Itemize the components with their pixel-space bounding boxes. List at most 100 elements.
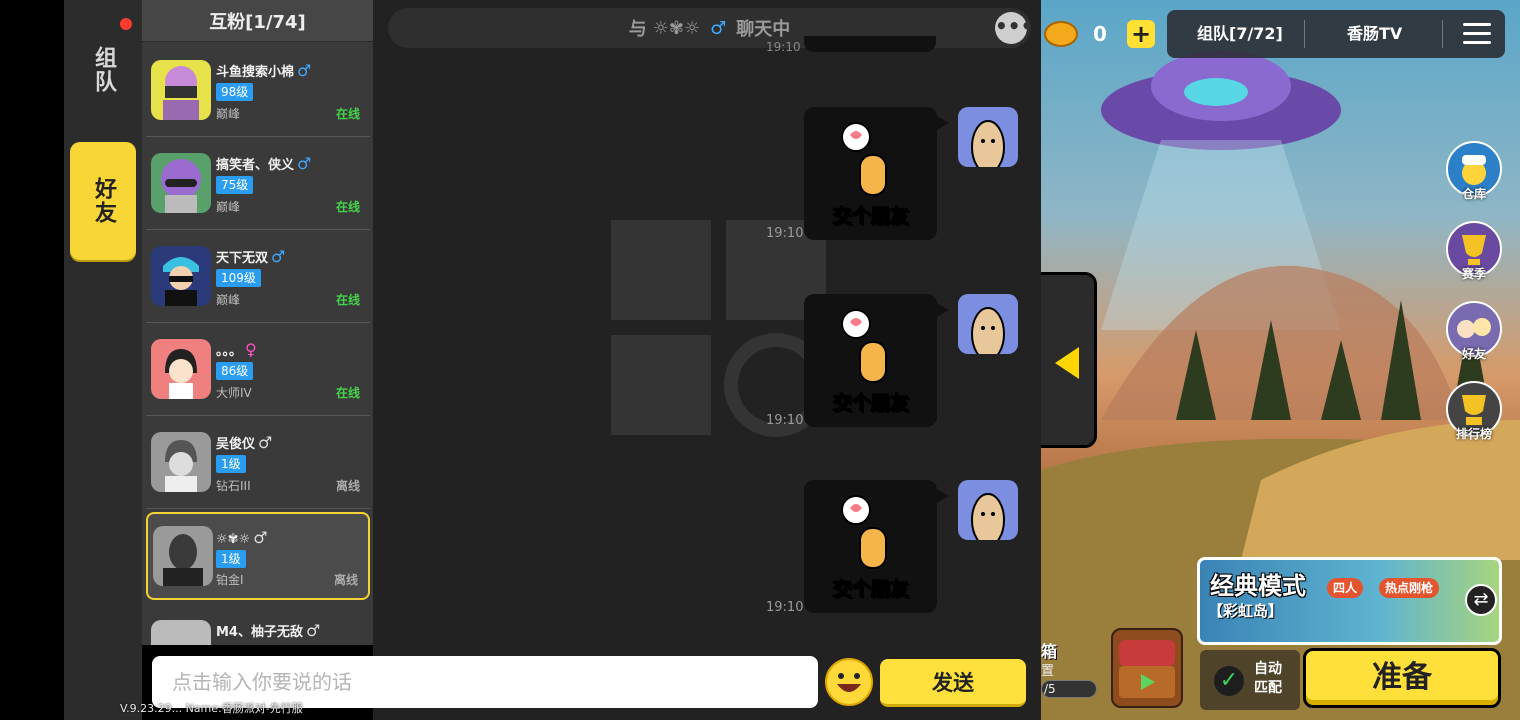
emoji-button[interactable]: [825, 658, 873, 706]
chest-icon[interactable]: [1111, 628, 1183, 708]
add-coin-button[interactable]: +: [1127, 20, 1155, 48]
friend-item-selected[interactable]: ☼✾☼ ♂ 1级 铂金I 离线: [146, 512, 370, 600]
avatar: [151, 246, 211, 306]
sausage-tv-tab[interactable]: 香肠TV: [1347, 10, 1402, 58]
game-screen: 0 + 组队[7/72] 香肠TV 仓库 赛季 好友 排行榜 经典模式 【彩虹岛…: [0, 0, 1520, 720]
coin-count: 0: [1093, 22, 1107, 46]
game-mode-card[interactable]: 经典模式 【彩虹岛】 四人 热点刚枪: [1197, 557, 1502, 645]
male-icon: ♂: [297, 61, 312, 80]
checkmark-icon: ✓: [1214, 666, 1244, 696]
avatar: [151, 432, 211, 492]
friend-name-row: M4、柚子无敌 ♂: [216, 621, 321, 640]
my-avatar: [958, 107, 1018, 167]
friend-name-row: 。。。 ♀: [216, 340, 257, 359]
friend-item[interactable]: 搞笑者、侠义 ♂ 75级 巅峰 在线: [146, 138, 370, 230]
sausage-heart-sticker: [841, 309, 887, 383]
top-bar: 0 + 组队[7/72] 香肠TV: [1041, 6, 1511, 58]
rank-label: 巅峰: [216, 200, 241, 214]
friend-item[interactable]: 天下无双 ♂ 109级 巅峰 在线: [146, 231, 370, 323]
leaderboard-label: 排行榜: [1455, 427, 1492, 441]
top-pill: 组队[7/72] 香肠TV: [1167, 10, 1505, 58]
tab-friends[interactable]: 好友: [70, 142, 136, 260]
male-icon: ♂: [253, 528, 268, 547]
avatar: [151, 339, 211, 399]
divider: [1304, 20, 1305, 48]
status-label: 离线: [333, 573, 358, 587]
chest-graphic: [1119, 640, 1175, 698]
ufo-window: [1184, 78, 1248, 106]
notification-dot: [120, 18, 132, 30]
arrow-left-icon: [1055, 347, 1079, 379]
friend-name-row: ☼✾☼ ♂: [216, 528, 268, 547]
ready-button[interactable]: 准备: [1303, 648, 1501, 708]
tab-team[interactable]: 组队: [70, 30, 136, 110]
friend-item[interactable]: 吴俊仪 ♂ 1级 钻石III 离线: [146, 417, 370, 509]
status-label: 在线: [335, 386, 360, 400]
rank-label: 巅峰: [216, 107, 241, 121]
avatar: [153, 526, 213, 586]
male-icon: ♂: [305, 621, 321, 640]
level-badge: 98级: [216, 83, 254, 101]
status-label: 离线: [335, 479, 360, 493]
auto-match-label: 自动匹配: [1254, 661, 1282, 696]
message-time: 19:10: [766, 600, 804, 615]
mode-badge-squad: 四人: [1327, 578, 1364, 598]
message-time: 19:10: [766, 226, 804, 241]
status-label: 在线: [335, 200, 360, 214]
male-icon: ♂: [271, 247, 286, 266]
version-text: V.9.23.29... Name:香肠派对-先行服: [120, 702, 303, 715]
friend-name-row: 搞笑者、侠义 ♂: [216, 154, 312, 173]
team-channel-tab[interactable]: 组队[7/72]: [1197, 10, 1283, 58]
warehouse-label: 仓库: [1461, 187, 1486, 201]
male-icon: ♂: [258, 433, 273, 452]
message-time: 19:10: [766, 413, 804, 428]
loot-box-area[interactable]: 箱 置 /5: [1041, 628, 1189, 720]
friend-item[interactable]: 。。。 ♀ 86级 大师IV 在线: [146, 324, 370, 416]
sticker-message[interactable]: 交个朋友: [804, 480, 949, 613]
sticker-caption: 交个朋友: [832, 392, 909, 415]
candy-coin-icon: [1044, 21, 1078, 47]
auto-match-toggle[interactable]: ✓ 自动匹配: [1200, 650, 1300, 710]
friend-item[interactable]: M4、柚子无敌 ♂: [146, 605, 370, 645]
female-icon: ♀: [245, 340, 257, 359]
sticker-message[interactable]: 交个朋友: [804, 294, 949, 427]
rank-label: 大师IV: [216, 386, 252, 400]
sticker-caption: 交个朋友: [832, 578, 909, 601]
friend-name-row: 吴俊仪 ♂: [216, 433, 273, 452]
level-badge: 86级: [216, 362, 254, 380]
box-label: 箱: [1041, 642, 1058, 661]
friend-item[interactable]: 斗鱼搜索小棉 ♂ 98级 巅峰 在线: [146, 45, 370, 137]
status-label: 在线: [335, 293, 360, 307]
social-tab-rail: 组队 好友: [64, 0, 142, 720]
more-options-icon[interactable]: •••: [995, 12, 1033, 44]
mode-badge-hot: 热点刚枪: [1379, 578, 1440, 598]
chat-partner-name: ☼✾☼: [652, 17, 701, 39]
mode-title: 经典模式: [1210, 572, 1306, 600]
level-badge: 109级: [216, 269, 261, 287]
sticker-message[interactable]: 交个朋友: [804, 107, 949, 240]
swap-mode-icon[interactable]: ⇄: [1465, 584, 1497, 616]
rank-label: 钻石III: [216, 479, 251, 493]
menu-icon[interactable]: [1463, 23, 1491, 45]
avatar: [151, 620, 211, 645]
divider: [1442, 20, 1443, 48]
friend-name-row: 天下无双 ♂: [216, 247, 286, 266]
friend-list-header: 互粉[1/74]: [142, 0, 373, 42]
chat-header-suffix: 聊天中: [736, 19, 791, 40]
friend-list: 互粉[1/74] 斗鱼搜索小棉 ♂ 98级 巅峰 在线 搞笑者、侠义 ♂ 75级 巅…: [142, 0, 373, 645]
rank-label: 巅峰: [216, 293, 241, 307]
send-button[interactable]: 发送: [880, 659, 1026, 707]
friends-label: 好友: [1461, 347, 1486, 361]
box-progress: /5: [1041, 680, 1097, 698]
box-sublabel: 置: [1041, 664, 1055, 679]
grinning-face-icon: [837, 673, 861, 692]
level-badge: 75级: [216, 176, 254, 194]
avatar: [151, 153, 211, 213]
level-badge: 1级: [216, 550, 246, 568]
collapse-panel-tab[interactable]: [1041, 272, 1097, 448]
season-label: 赛季: [1461, 267, 1486, 281]
message-time: 19:10: [766, 40, 801, 54]
avatar: [151, 60, 211, 120]
male-icon: ♂: [297, 154, 312, 173]
sticker-caption: 交个朋友: [832, 205, 909, 228]
